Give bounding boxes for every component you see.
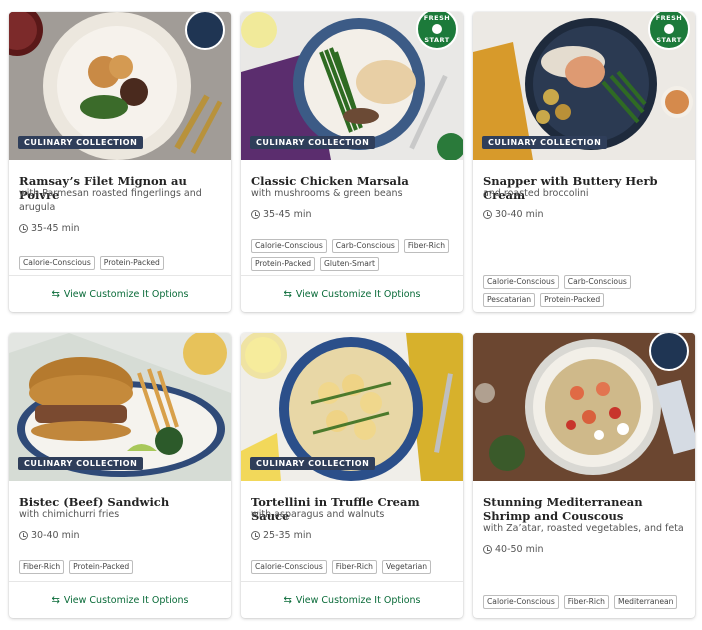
cook-time: 30-40 min: [483, 209, 544, 220]
tag: Pescatarian: [483, 293, 536, 307]
customize-options-label: View Customize It Options: [63, 594, 189, 606]
culinary-collection-badge: CULINARY COLLECTION: [250, 457, 376, 470]
meal-card[interactable]: CULINARY COLLECTION Tortellini in Truffl…: [241, 333, 463, 618]
tag: Vegetarian: [381, 560, 432, 574]
customize-options-label: View Customize It Options: [63, 288, 189, 300]
apple-icon: [432, 24, 442, 34]
tag: Mediterranean: [613, 595, 678, 609]
clock-icon: [19, 531, 28, 540]
tag: Fiber-Rich: [19, 560, 65, 574]
tag: Fiber-Rich: [331, 560, 377, 574]
meal-subtitle: with mushrooms & green beans: [251, 188, 403, 199]
culinary-collection-badge: CULINARY COLLECTION: [18, 136, 144, 149]
meal-photo[interactable]: CULINARY COLLECTION: [9, 333, 231, 481]
culinary-collection-badge: CULINARY COLLECTION: [18, 457, 144, 470]
customize-options-link[interactable]: ⇆ View Customize It Options: [9, 581, 231, 618]
customize-options-label: View Customize It Options: [295, 594, 421, 606]
customize-options-link[interactable]: ⇆ View Customize It Options: [241, 275, 463, 312]
cook-time-text: 30-40 min: [31, 530, 80, 541]
tag-list: Calorie-Conscious Protein-Packed: [19, 256, 223, 270]
tag-list: Calorie-Conscious Fiber-Rich Vegetarian: [251, 560, 455, 574]
tag: Carb-Conscious: [563, 275, 631, 289]
cook-time-text: 35-45 min: [31, 223, 80, 234]
tag: Calorie-Conscious: [483, 595, 559, 609]
tag: Gluten-Smart: [320, 257, 380, 271]
cook-time: 35-45 min: [251, 209, 312, 220]
meal-subtitle: with Parmesan roasted fingerlings and ar…: [19, 188, 202, 213]
tag-list: Calorie-Conscious Carb-Conscious Pescata…: [483, 275, 687, 307]
tag: Fiber-Rich: [563, 595, 609, 609]
meal-card[interactable]: CULINARY COLLECTION Bistec (Beef) Sandwi…: [9, 333, 231, 618]
cook-time: 35-45 min: [19, 223, 80, 234]
meal-photo[interactable]: FRESH START CULINARY COLLECTION: [241, 12, 463, 160]
customize-options-label: View Customize It Options: [295, 288, 421, 300]
meal-card[interactable]: CULINARY COLLECTION Ramsay’s Filet Migno…: [9, 12, 231, 312]
cook-time-text: 40-50 min: [495, 544, 544, 555]
tag: Fiber-Rich: [403, 239, 450, 253]
meal-title[interactable]: Stunning Mediterranean Shrimp and Cousco…: [483, 495, 685, 523]
swap-arrows-icon: ⇆: [51, 594, 60, 606]
clock-icon: [483, 210, 492, 219]
meal-card[interactable]: FRESH START CULINARY COLLECTION Classic …: [241, 12, 463, 312]
cook-time-text: 30-40 min: [495, 209, 544, 220]
cook-time: 40-50 min: [483, 544, 544, 555]
clock-icon: [19, 224, 28, 233]
meal-subtitle: with asparagus and walnuts: [251, 509, 385, 520]
meal-photo[interactable]: CULINARY COLLECTION: [9, 12, 231, 160]
cook-time-text: 25-35 min: [263, 530, 312, 541]
meal-photo[interactable]: CULINARY COLLECTION: [241, 333, 463, 481]
clock-icon: [483, 545, 492, 554]
tag: Calorie-Conscious: [251, 560, 327, 574]
tag: Carb-Conscious: [331, 239, 399, 253]
tag: Protein-Packed: [251, 257, 316, 271]
meal-subtitle: with chimichurri fries: [19, 509, 120, 520]
clock-icon: [251, 210, 260, 219]
meal-photo[interactable]: FRESH START CULINARY COLLECTION: [473, 12, 695, 160]
customize-options-link[interactable]: ⇆ View Customize It Options: [9, 275, 231, 312]
swap-arrows-icon: ⇆: [51, 288, 60, 300]
tag: Calorie-Conscious: [19, 256, 95, 270]
customize-options-link[interactable]: ⇆ View Customize It Options: [241, 581, 463, 618]
meal-title[interactable]: Bistec (Beef) Sandwich: [19, 495, 221, 509]
swap-arrows-icon: ⇆: [283, 288, 292, 300]
meal-subtitle: and roasted broccolini: [483, 188, 589, 199]
tag: Calorie-Conscious: [251, 239, 327, 253]
culinary-collection-badge: CULINARY COLLECTION: [482, 136, 608, 149]
culinary-collection-badge: CULINARY COLLECTION: [250, 136, 376, 149]
tag: Protein-Packed: [69, 560, 134, 574]
tag: Protein-Packed: [99, 256, 164, 270]
tag-list: Calorie-Conscious Fiber-Rich Mediterrane…: [483, 595, 687, 609]
meal-card[interactable]: FRESH START CULINARY COLLECTION Snapper …: [473, 12, 695, 312]
meal-title[interactable]: Classic Chicken Marsala: [251, 174, 453, 188]
meal-subtitle: with Za’atar, roasted vegetables, and fe…: [483, 523, 684, 534]
apple-icon: [664, 24, 674, 34]
cook-time: 25-35 min: [251, 530, 312, 541]
meal-photo[interactable]: [473, 333, 695, 481]
tag-list: Fiber-Rich Protein-Packed: [19, 560, 223, 574]
cook-time-text: 35-45 min: [263, 209, 312, 220]
tag: Calorie-Conscious: [483, 275, 559, 289]
tag-list: Calorie-Conscious Carb-Conscious Fiber-R…: [251, 239, 455, 271]
swap-arrows-icon: ⇆: [283, 594, 292, 606]
clock-icon: [251, 531, 260, 540]
cook-time: 30-40 min: [19, 530, 80, 541]
tag: Protein-Packed: [540, 293, 605, 307]
meal-card[interactable]: Stunning Mediterranean Shrimp and Cousco…: [473, 333, 695, 618]
